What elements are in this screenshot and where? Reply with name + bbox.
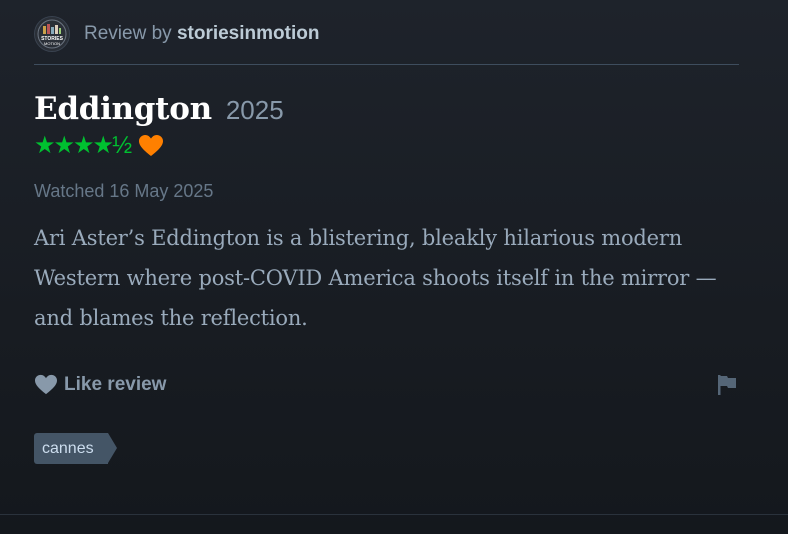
tag-item[interactable]: cannes	[34, 433, 117, 464]
byline-prefix: Review by	[84, 23, 172, 44]
svg-text:MOTION: MOTION	[44, 41, 60, 46]
avatar-image: STORIES MOTION	[35, 17, 69, 51]
rating-row: ★★★★½	[34, 133, 739, 159]
like-review-button[interactable]: Like review	[34, 374, 166, 396]
film-year[interactable]: 2025	[226, 95, 284, 126]
film-title[interactable]: Eddington	[34, 91, 212, 127]
divider	[34, 64, 739, 65]
username-link[interactable]: storiesinmotion	[177, 23, 320, 44]
flag-icon[interactable]	[717, 374, 737, 396]
review-body: Ari Aster’s Eddington is a blistering, b…	[34, 226, 717, 330]
film-heading: Eddington 2025	[34, 91, 739, 127]
liked-heart-icon	[138, 134, 164, 158]
heart-icon	[34, 374, 58, 396]
byline-text: Review by storiesinmotion	[84, 23, 319, 45]
avatar[interactable]: STORIES MOTION	[34, 16, 70, 52]
review-byline: STORIES MOTION Review by storiesinmotion	[34, 16, 739, 52]
review-actions: Like review	[34, 371, 739, 399]
like-review-label: Like review	[64, 374, 167, 395]
watched-date[interactable]: Watched 16 May 2025	[34, 181, 739, 202]
review-card: STORIES MOTION Review by storiesinmotion…	[34, 16, 739, 464]
tag-list: cannes	[34, 433, 739, 464]
bottom-divider	[0, 514, 788, 515]
star-rating: ★★★★½	[34, 132, 132, 159]
